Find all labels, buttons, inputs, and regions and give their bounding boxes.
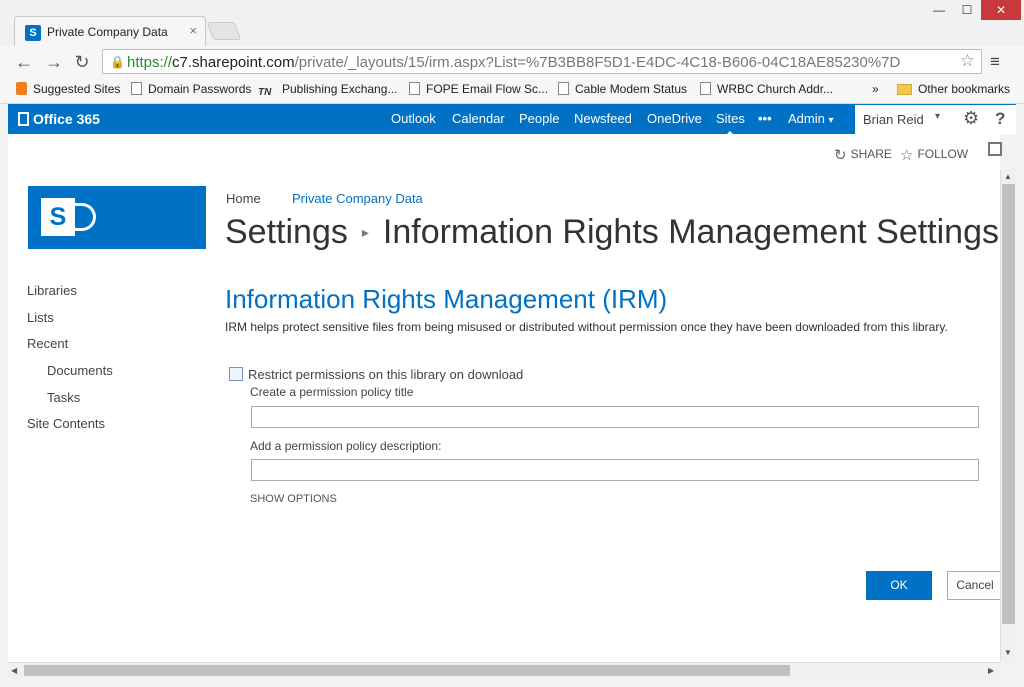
page-icon <box>409 82 420 95</box>
page-title: Settings ▸ Information Rights Management S… <box>225 213 999 252</box>
suite-link-outlook[interactable]: Outlook <box>391 111 436 126</box>
scroll-up-icon[interactable]: ▲ <box>1004 172 1012 181</box>
other-bookmarks-folder[interactable]: Other bookmarks <box>897 82 1010 96</box>
bookmark-item[interactable]: Domain Passwords <box>131 82 251 96</box>
share-button[interactable]: ↻ SHARE <box>834 146 892 164</box>
leftnav-recent[interactable]: Recent <box>27 336 68 351</box>
bookmarks-more-button[interactable]: » <box>872 82 879 96</box>
new-tab-button[interactable] <box>206 22 242 40</box>
settings-gear-icon[interactable]: ⚙ <box>963 108 979 129</box>
bookmark-item[interactable]: FOPE Email Flow Sc... <box>409 82 548 96</box>
window-close-button[interactable]: ✕ <box>981 0 1021 20</box>
policy-title-label: Create a permission policy title <box>250 385 414 399</box>
breadcrumb-site[interactable]: Private Company Data <box>292 191 423 206</box>
irm-description: IRM helps protect sensitive files from b… <box>225 320 948 334</box>
horizontal-scroll-thumb[interactable] <box>24 665 790 676</box>
back-arrow-icon[interactable]: ← <box>14 52 34 72</box>
lock-icon: 🔒 <box>110 55 125 69</box>
window-minimize-button[interactable]: — <box>925 0 953 20</box>
forward-arrow-icon[interactable]: → <box>44 52 64 72</box>
scroll-right-icon[interactable]: ▶ <box>988 666 994 675</box>
policy-description-label: Add a permission policy description: <box>250 439 442 453</box>
follow-button[interactable]: ☆ FOLLOW <box>900 146 968 164</box>
restrict-permissions-checkbox[interactable] <box>229 367 243 381</box>
share-icon: ↻ <box>834 147 847 164</box>
reload-icon[interactable]: ↻ <box>72 52 92 72</box>
leftnav-site-contents[interactable]: Site Contents <box>27 416 105 431</box>
bookmarks-bar: Suggested Sites Domain Passwords TN Publi… <box>0 78 1024 104</box>
sharepoint-favicon-icon: S <box>25 25 41 41</box>
leftnav-documents[interactable]: Documents <box>47 363 113 378</box>
suite-more-button[interactable]: ••• <box>758 111 772 126</box>
policy-description-input[interactable] <box>251 459 979 481</box>
title-current: Information Rights Management Settings <box>382 213 999 251</box>
title-parent-link[interactable]: Settings <box>225 213 348 251</box>
show-options-link[interactable]: SHOW OPTIONS <box>250 493 337 505</box>
address-bar[interactable]: 🔒 https://c7.sharepoint.com/private/_lay… <box>102 49 982 74</box>
vertical-scroll-thumb[interactable] <box>1002 184 1015 624</box>
browser-tab[interactable]: S Private Company Data × <box>14 16 206 46</box>
suite-link-sites[interactable]: Sites <box>716 111 745 136</box>
bookmark-item[interactable]: Cable Modem Status <box>558 82 687 96</box>
bookmark-item[interactable]: TN Publishing Exchang... <box>258 82 397 100</box>
vertical-scrollbar[interactable]: ▲ ▼ <box>1000 170 1016 662</box>
site-logo[interactable]: S <box>28 186 206 249</box>
page-icon <box>131 82 142 95</box>
user-area: Brian Reid ▾ ⚙ ? <box>855 104 1016 134</box>
scroll-down-icon[interactable]: ▼ <box>1004 648 1012 657</box>
irm-heading: Information Rights Management (IRM) <box>225 284 668 314</box>
office-logo-icon <box>18 112 29 126</box>
bookmark-item[interactable]: Suggested Sites <box>16 82 120 96</box>
tab-close-icon[interactable]: × <box>189 23 197 38</box>
breadcrumb-home[interactable]: Home <box>226 191 261 206</box>
tn-icon: TN <box>258 87 272 98</box>
leftnav-tasks[interactable]: Tasks <box>47 390 80 405</box>
sharepoint-page: ↻ SHARE ☆ FOLLOW S Home Private Company Da… <box>8 134 1003 662</box>
window-maximize-button[interactable]: ☐ <box>953 0 981 20</box>
browser-titlebar: S Private Company Data × — ☐ ✕ <box>0 0 1024 46</box>
folder-icon <box>897 84 912 95</box>
page-icon <box>558 82 569 95</box>
suite-link-people[interactable]: People <box>519 111 559 126</box>
bookmark-item[interactable]: WRBC Church Addr... <box>700 82 833 96</box>
leftnav-lists[interactable]: Lists <box>27 310 54 325</box>
bookmark-star-icon[interactable]: ☆ <box>960 51 975 71</box>
tab-title: Private Company Data <box>47 25 168 39</box>
user-caret-icon[interactable]: ▾ <box>935 111 940 122</box>
cancel-button[interactable]: Cancel <box>947 571 1003 600</box>
user-name-menu[interactable]: Brian Reid <box>863 112 924 127</box>
office365-brand[interactable]: Office 365 <box>18 111 100 127</box>
suite-link-calendar[interactable]: Calendar <box>452 111 505 126</box>
ok-button[interactable]: OK <box>866 571 932 600</box>
browser-toolbar: ← → ↻ 🔒 https://c7.sharepoint.com/privat… <box>0 46 1024 78</box>
page-icon <box>700 82 711 95</box>
suite-link-newsfeed[interactable]: Newsfeed <box>574 111 632 126</box>
sharepoint-network-icon <box>72 203 96 231</box>
focus-on-content-icon[interactable] <box>988 142 1002 156</box>
follow-star-icon: ☆ <box>900 147 914 164</box>
leftnav-libraries[interactable]: Libraries <box>27 283 77 298</box>
help-icon[interactable]: ? <box>995 109 1005 129</box>
horizontal-scrollbar[interactable]: ◀ ▶ <box>8 662 1000 678</box>
office365-suite-bar: Office 365 Outlook Calendar People Newsf… <box>8 104 1016 136</box>
orange-bookmark-icon <box>16 82 27 95</box>
title-separator-icon: ▸ <box>361 224 369 240</box>
suite-link-onedrive[interactable]: OneDrive <box>647 111 702 126</box>
policy-title-input[interactable] <box>251 406 979 428</box>
scroll-left-icon[interactable]: ◀ <box>11 666 17 675</box>
suite-link-admin[interactable]: Admin ▾ <box>788 111 834 126</box>
sharepoint-logo-icon: S <box>41 198 75 236</box>
url-text: https://c7.sharepoint.com/private/_layou… <box>127 54 901 71</box>
browser-menu-icon[interactable]: ≡ <box>990 52 1000 72</box>
restrict-permissions-label[interactable]: Restrict permissions on this library on … <box>248 367 523 382</box>
admin-caret-icon: ▾ <box>828 115 834 126</box>
